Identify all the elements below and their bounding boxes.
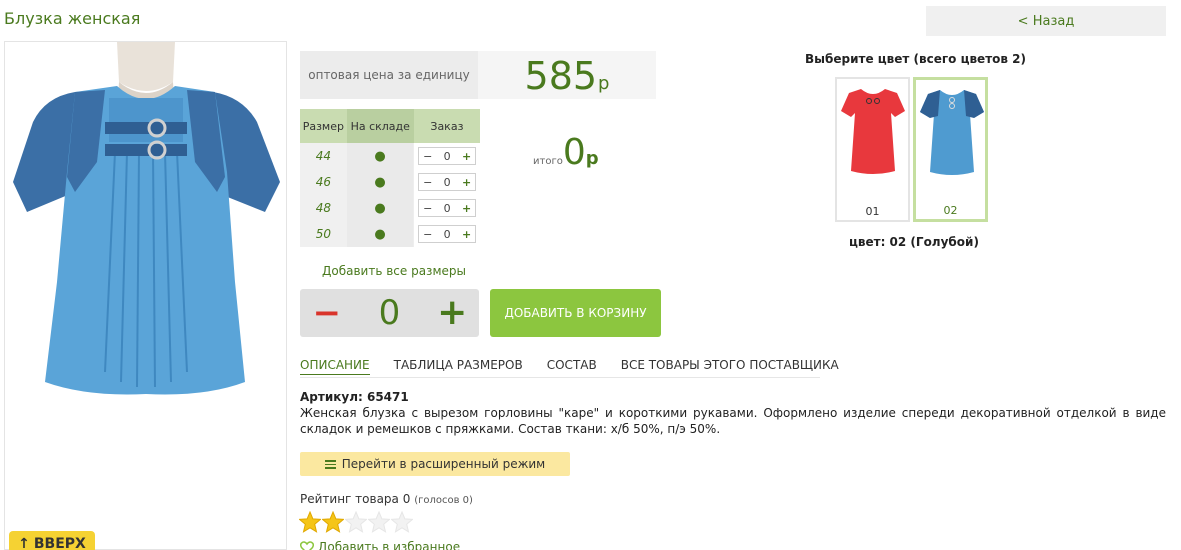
size-cell: 44 — [300, 143, 347, 169]
in-stock-dot: ● — [346, 169, 414, 195]
swatch-code: 01 — [865, 205, 880, 218]
add-to-favorites-link[interactable]: Добавить в избранное — [300, 540, 460, 550]
swatch-code: 02 — [943, 204, 958, 217]
size-cell: 50 — [300, 221, 347, 247]
extended-mode-label: Перейти в расширенный режим — [341, 457, 546, 471]
decrease-button[interactable]: − — [423, 150, 432, 163]
product-photo[interactable] — [4, 41, 287, 550]
order-cell: − 0 + — [413, 195, 480, 221]
star-icon[interactable] — [368, 511, 390, 533]
decrease-button[interactable]: − — [423, 228, 432, 241]
order-cell: − 0 + — [413, 143, 480, 169]
main-decrease-button[interactable]: − — [300, 293, 354, 333]
page-title: Блузка женская — [4, 9, 141, 28]
tabs-divider — [300, 377, 820, 378]
rating-text: Рейтинг товара 0 — [300, 492, 411, 506]
scroll-top-label: ВВЕРХ — [33, 536, 86, 550]
product-description: Женская блузка с вырезом горловины "каре… — [300, 406, 1166, 436]
quantity-stepper: − 0 + — [418, 199, 477, 217]
color-picker-title: Выберите цвет (всего цветов 2) — [805, 52, 1026, 66]
blue-blouse-thumbnail — [920, 90, 984, 175]
table-row: 46 ● − 0 + — [300, 169, 480, 195]
tab-size-chart[interactable]: ТАБЛИЦА РАЗМЕРОВ — [394, 358, 523, 375]
tab-composition[interactable]: СОСТАВ — [547, 358, 597, 375]
quantity-stepper: − 0 + — [418, 225, 477, 243]
price-box: 585 р — [478, 51, 656, 99]
product-tabs: ОПИСАНИЕ ТАБЛИЦА РАЗМЕРОВ СОСТАВ ВСЕ ТОВ… — [300, 358, 863, 375]
heart-icon — [300, 540, 314, 550]
tab-description[interactable]: ОПИСАНИЕ — [300, 358, 370, 375]
sizes-table: Размер На складе Заказ 44 ● − 0 + 46 ● − — [300, 109, 480, 247]
price-label: оптовая цена за единицу — [300, 51, 478, 99]
order-cell: − 0 + — [413, 221, 480, 247]
main-quantity-value[interactable]: 0 — [354, 293, 426, 333]
star-icon[interactable] — [391, 511, 413, 533]
add-all-sizes-link[interactable]: Добавить все размеры — [322, 264, 466, 278]
quantity-value[interactable]: 0 — [444, 202, 451, 215]
order-cell: − 0 + — [413, 169, 480, 195]
increase-button[interactable]: + — [462, 176, 471, 189]
in-stock-dot: ● — [346, 221, 414, 247]
decrease-button[interactable]: − — [423, 176, 432, 189]
quantity-stepper: − 0 + — [418, 147, 477, 165]
main-increase-button[interactable]: + — [425, 293, 479, 333]
table-row: 50 ● − 0 + — [300, 221, 480, 247]
back-button[interactable]: < Назад — [926, 6, 1166, 36]
star-icon[interactable] — [299, 511, 321, 533]
size-cell: 48 — [300, 195, 347, 221]
arrow-up-icon: ↑ — [18, 536, 30, 550]
decrease-button[interactable]: − — [423, 202, 432, 215]
price-value: 585 — [524, 54, 598, 98]
in-stock-dot: ● — [346, 143, 414, 169]
total-currency: р — [585, 148, 599, 169]
rating-label: Рейтинг товара 0 (голосов 0) — [300, 492, 473, 506]
selected-color-label: цвет: 02 (Голубой) — [849, 235, 979, 249]
blouse-image — [13, 42, 280, 395]
article-number: Артикул: 65471 — [300, 390, 409, 404]
main-quantity-stepper: − 0 + — [300, 289, 479, 337]
increase-button[interactable]: + — [462, 202, 471, 215]
quantity-stepper: − 0 + — [418, 173, 477, 191]
total-label: итого — [533, 156, 563, 167]
sizes-header-size: Размер — [300, 109, 347, 143]
sizes-header-stock: На складе — [346, 109, 414, 143]
star-icon[interactable] — [322, 511, 344, 533]
favorites-label: Добавить в избранное — [318, 540, 461, 550]
scroll-top-button[interactable]: ↑ ВВЕРХ — [9, 531, 95, 550]
sizes-header-order: Заказ — [413, 109, 480, 143]
color-swatch-02[interactable]: 02 — [913, 77, 988, 222]
quantity-value[interactable]: 0 — [444, 176, 451, 189]
increase-button[interactable]: + — [462, 228, 471, 241]
total-value: 0 — [562, 132, 586, 173]
extended-mode-button[interactable]: Перейти в расширенный режим — [300, 452, 570, 476]
list-icon — [324, 459, 336, 469]
table-row: 44 ● − 0 + — [300, 143, 480, 169]
table-row: 48 ● − 0 + — [300, 195, 480, 221]
red-blouse-thumbnail — [841, 89, 905, 174]
order-total: итого 0 р — [533, 133, 599, 173]
star-icon[interactable] — [345, 511, 367, 533]
rating-votes: (голосов 0) — [414, 495, 473, 506]
quantity-value[interactable]: 0 — [444, 150, 451, 163]
add-to-cart-button[interactable]: ДОБАВИТЬ В КОРЗИНУ — [490, 289, 661, 337]
price-currency: р — [598, 73, 610, 94]
quantity-value[interactable]: 0 — [444, 228, 451, 241]
rating-stars[interactable] — [299, 511, 413, 533]
tab-supplier-products[interactable]: ВСЕ ТОВАРЫ ЭТОГО ПОСТАВЩИКА — [621, 358, 839, 375]
in-stock-dot: ● — [346, 195, 414, 221]
color-swatch-01[interactable]: 01 — [835, 77, 910, 222]
size-cell: 46 — [300, 169, 347, 195]
increase-button[interactable]: + — [462, 150, 471, 163]
